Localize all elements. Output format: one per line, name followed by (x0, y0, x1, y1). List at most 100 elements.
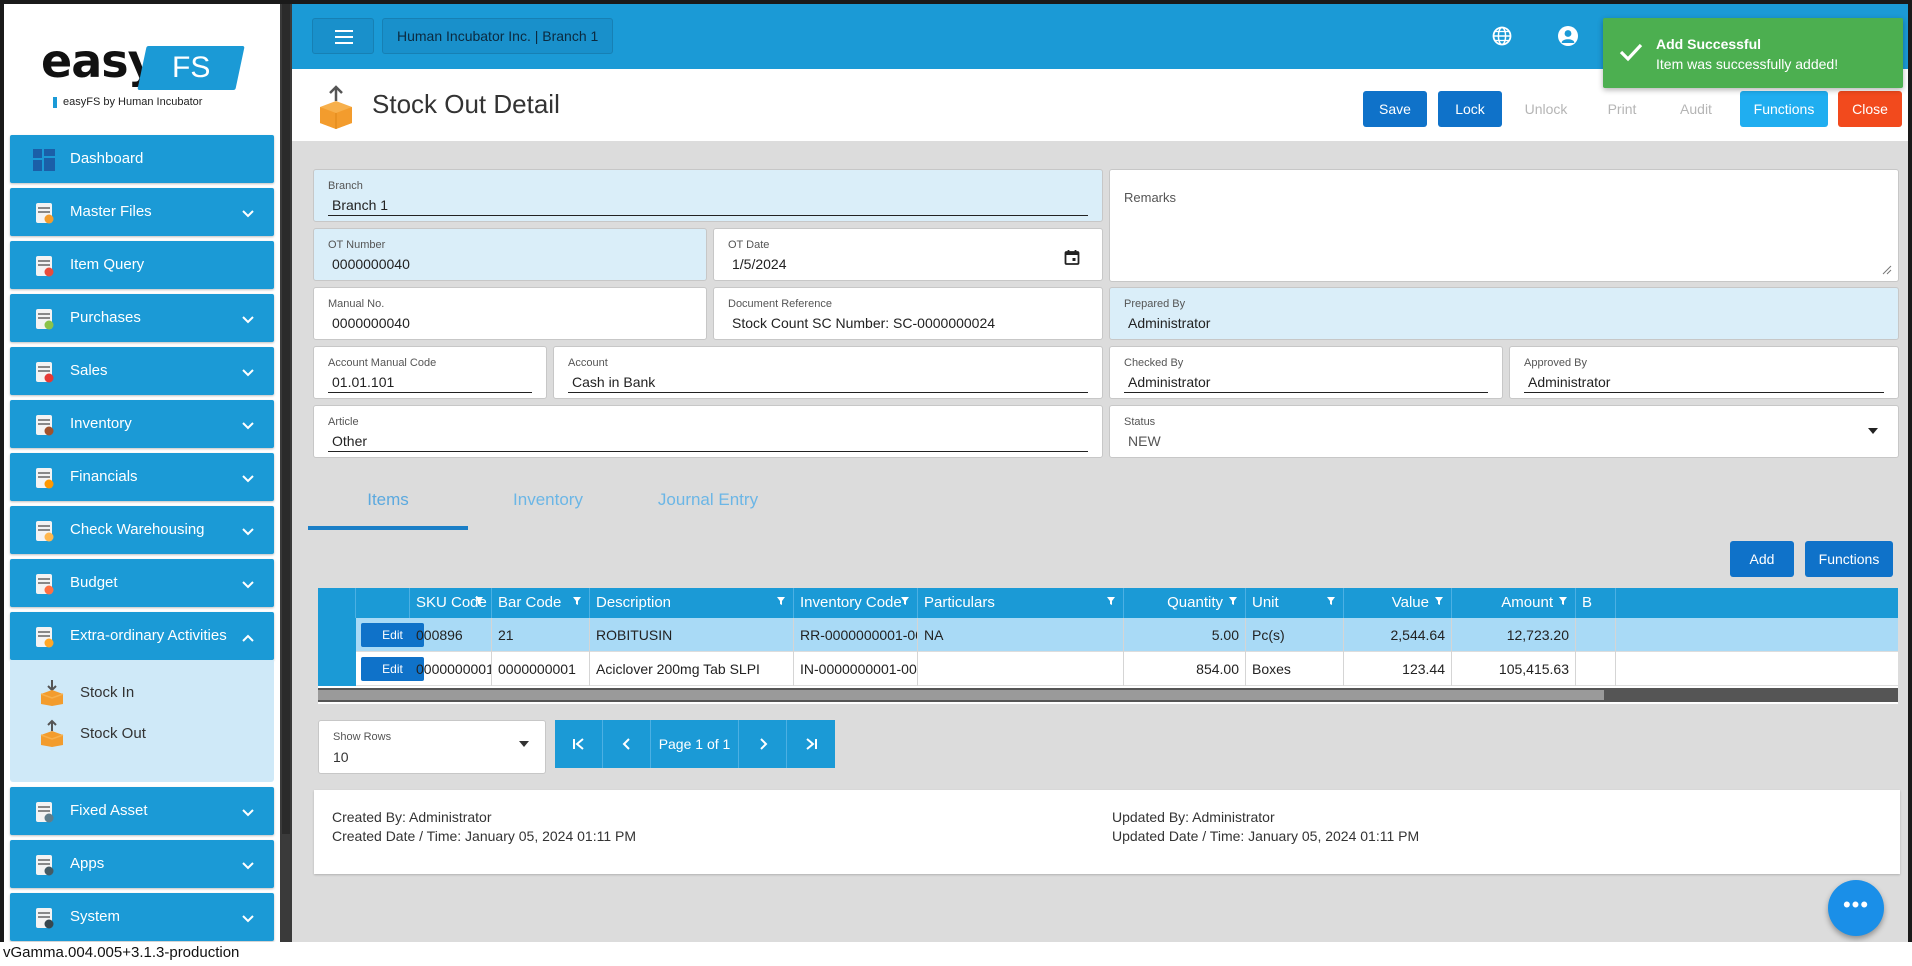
ot-date-label: OT Date (728, 239, 770, 251)
success-toast[interactable]: Add Successful Item was successfully add… (1603, 18, 1903, 88)
filter-icon[interactable] (573, 588, 581, 618)
previous-page-button[interactable] (603, 720, 651, 768)
close-button[interactable]: Close (1838, 91, 1902, 127)
sidebar-item-extra-ordinary-activities[interactable]: Extra-ordinary Activities (10, 612, 274, 660)
column-header-amount[interactable]: Amount (1452, 588, 1576, 618)
filter-icon[interactable] (1435, 588, 1443, 618)
sidebar-item-item-query[interactable]: Item Query (10, 241, 274, 289)
prepared-by-field[interactable]: Prepared By Administrator (1109, 287, 1899, 340)
tab-items[interactable]: Items (308, 490, 468, 530)
account-label: Account (568, 357, 608, 369)
tab-inventory[interactable]: Inventory (468, 490, 628, 530)
table-cell-bar: 0000000001 (492, 652, 590, 686)
remarks-label: Remarks (1124, 190, 1177, 205)
audit-button[interactable]: Audit (1664, 91, 1728, 127)
apps-icon (32, 853, 56, 877)
manual-no-label: Manual No. (328, 298, 385, 310)
menu-toggle-button[interactable] (312, 18, 374, 54)
tab-journal-entry[interactable]: Journal Entry (628, 490, 788, 530)
manual-no-field[interactable]: Manual No. 0000000040 (313, 287, 707, 340)
show-rows-select[interactable]: Show Rows 10 (318, 720, 546, 774)
sidebar-subitem-stock-out[interactable]: Stock Out (38, 717, 258, 749)
account-manual-code-field[interactable]: Account Manual Code 01.01.101 (313, 346, 547, 399)
filter-icon[interactable] (777, 588, 785, 618)
document-reference-label: Document Reference (728, 298, 832, 310)
table-row[interactable]: Edit00089621ROBITUSINRR-0000000001-00...… (318, 618, 1898, 652)
account-field[interactable]: Account Cash in Bank (553, 346, 1103, 399)
table-cell-qty: 854.00 (1124, 652, 1246, 686)
row-selector[interactable] (318, 652, 356, 686)
sidebar-item-sales[interactable]: Sales (10, 347, 274, 395)
user-account-icon[interactable] (1558, 26, 1578, 46)
stock-out-icon (40, 719, 64, 747)
sidebar-item-financials[interactable]: Financials (10, 453, 274, 501)
sidebar-item-purchases[interactable]: Purchases (10, 294, 274, 342)
print-button[interactable]: Print (1590, 91, 1654, 127)
sidebar-item-check-warehousing[interactable]: Check Warehousing (10, 506, 274, 554)
document-reference-field[interactable]: Document Reference Stock Count SC Number… (713, 287, 1103, 340)
created-by: Created By: Administrator (332, 809, 492, 825)
company-branch-selector[interactable]: Human Incubator Inc. | Branch 1 (382, 18, 614, 54)
scrollbar-thumb[interactable] (282, 4, 290, 834)
sidebar-scrollbar[interactable] (280, 4, 292, 942)
header-functions-button[interactable]: Functions (1740, 91, 1828, 127)
status-select[interactable]: Status NEW (1109, 405, 1899, 458)
row-selector[interactable] (318, 618, 356, 652)
sidebar-item-system[interactable]: System (10, 893, 274, 941)
filter-icon[interactable] (475, 588, 483, 618)
sidebar-item-dashboard[interactable]: Dashboard (10, 135, 274, 183)
table-row[interactable]: Edit 0000000001 0000000001 Aciclover 200mg … (318, 652, 1898, 686)
column-header-sku-code[interactable]: SKU Code (410, 588, 492, 618)
lock-button[interactable]: Lock (1438, 91, 1502, 127)
filter-icon[interactable] (1229, 588, 1237, 618)
clipboard-icon (32, 307, 56, 331)
ot-number-field[interactable]: OT Number 0000000040 (313, 228, 707, 281)
column-header-b[interactable]: B (1576, 588, 1616, 618)
check-icon (32, 519, 56, 543)
sidebar-item-master-files[interactable]: Master Files (10, 188, 274, 236)
add-item-button[interactable]: Add (1730, 541, 1794, 577)
filter-icon[interactable] (1327, 588, 1335, 618)
sidebar-subitem-stock-in[interactable]: Stock In (38, 676, 258, 708)
filter-icon[interactable] (1559, 588, 1567, 618)
column-header-particulars[interactable]: Particulars (918, 588, 1124, 618)
filter-icon[interactable] (901, 588, 909, 618)
sidebar-nav: Dashboard Master Files Item Query Purchases… (10, 135, 274, 942)
column-header-description[interactable]: Description (590, 588, 794, 618)
boxes-icon (32, 413, 56, 437)
table-horizontal-scrollbar[interactable] (318, 688, 1898, 702)
sidebar-item-apps[interactable]: Apps (10, 840, 274, 888)
grid-functions-button[interactable]: Functions (1805, 541, 1893, 577)
first-page-button[interactable] (555, 720, 603, 768)
audit-info-card: Created By: Administrator Created Date /… (314, 790, 1900, 874)
remarks-textarea[interactable]: Remarks (1109, 169, 1899, 282)
article-field[interactable]: Article Other (313, 405, 1103, 458)
sidebar-item-fixed-asset[interactable]: Fixed Asset (10, 787, 274, 835)
scrollbar-thumb[interactable] (318, 690, 1604, 700)
unlock-button[interactable]: Unlock (1514, 91, 1578, 127)
stock-out-box-icon (320, 85, 352, 129)
sidebar-item-budget[interactable]: Budget (10, 559, 274, 607)
checked-by-field[interactable]: Checked By Administrator (1109, 346, 1503, 399)
column-header-bar-code[interactable]: Bar Code (492, 588, 590, 618)
column-header-value[interactable]: Value (1344, 588, 1452, 618)
column-header-label: Unit (1252, 594, 1279, 611)
more-actions-fab[interactable]: ••• (1828, 880, 1884, 936)
approved-by-field[interactable]: Approved By Administrator (1509, 346, 1899, 399)
save-button[interactable]: Save (1363, 91, 1427, 127)
next-page-button[interactable] (739, 720, 787, 768)
branch-field[interactable]: Branch Branch 1 (313, 169, 1103, 222)
column-header-label: Quantity (1167, 594, 1223, 611)
column-header-unit[interactable]: Unit (1246, 588, 1344, 618)
calendar-icon[interactable] (1064, 249, 1080, 265)
last-page-button[interactable] (787, 720, 835, 768)
filter-icon[interactable] (1107, 588, 1115, 618)
column-header-inventory-code[interactable]: Inventory Code (794, 588, 918, 618)
sidebar-item-inventory[interactable]: Inventory (10, 400, 274, 448)
column-header-quantity[interactable]: Quantity (1124, 588, 1246, 618)
updated-date: Updated Date / Time: January 05, 2024 01… (1112, 828, 1420, 844)
globe-icon[interactable] (1492, 26, 1512, 46)
resize-handle-icon[interactable] (1882, 265, 1892, 275)
ot-date-field[interactable]: OT Date 1/5/2024 (713, 228, 1103, 281)
stock-in-icon (40, 680, 64, 706)
